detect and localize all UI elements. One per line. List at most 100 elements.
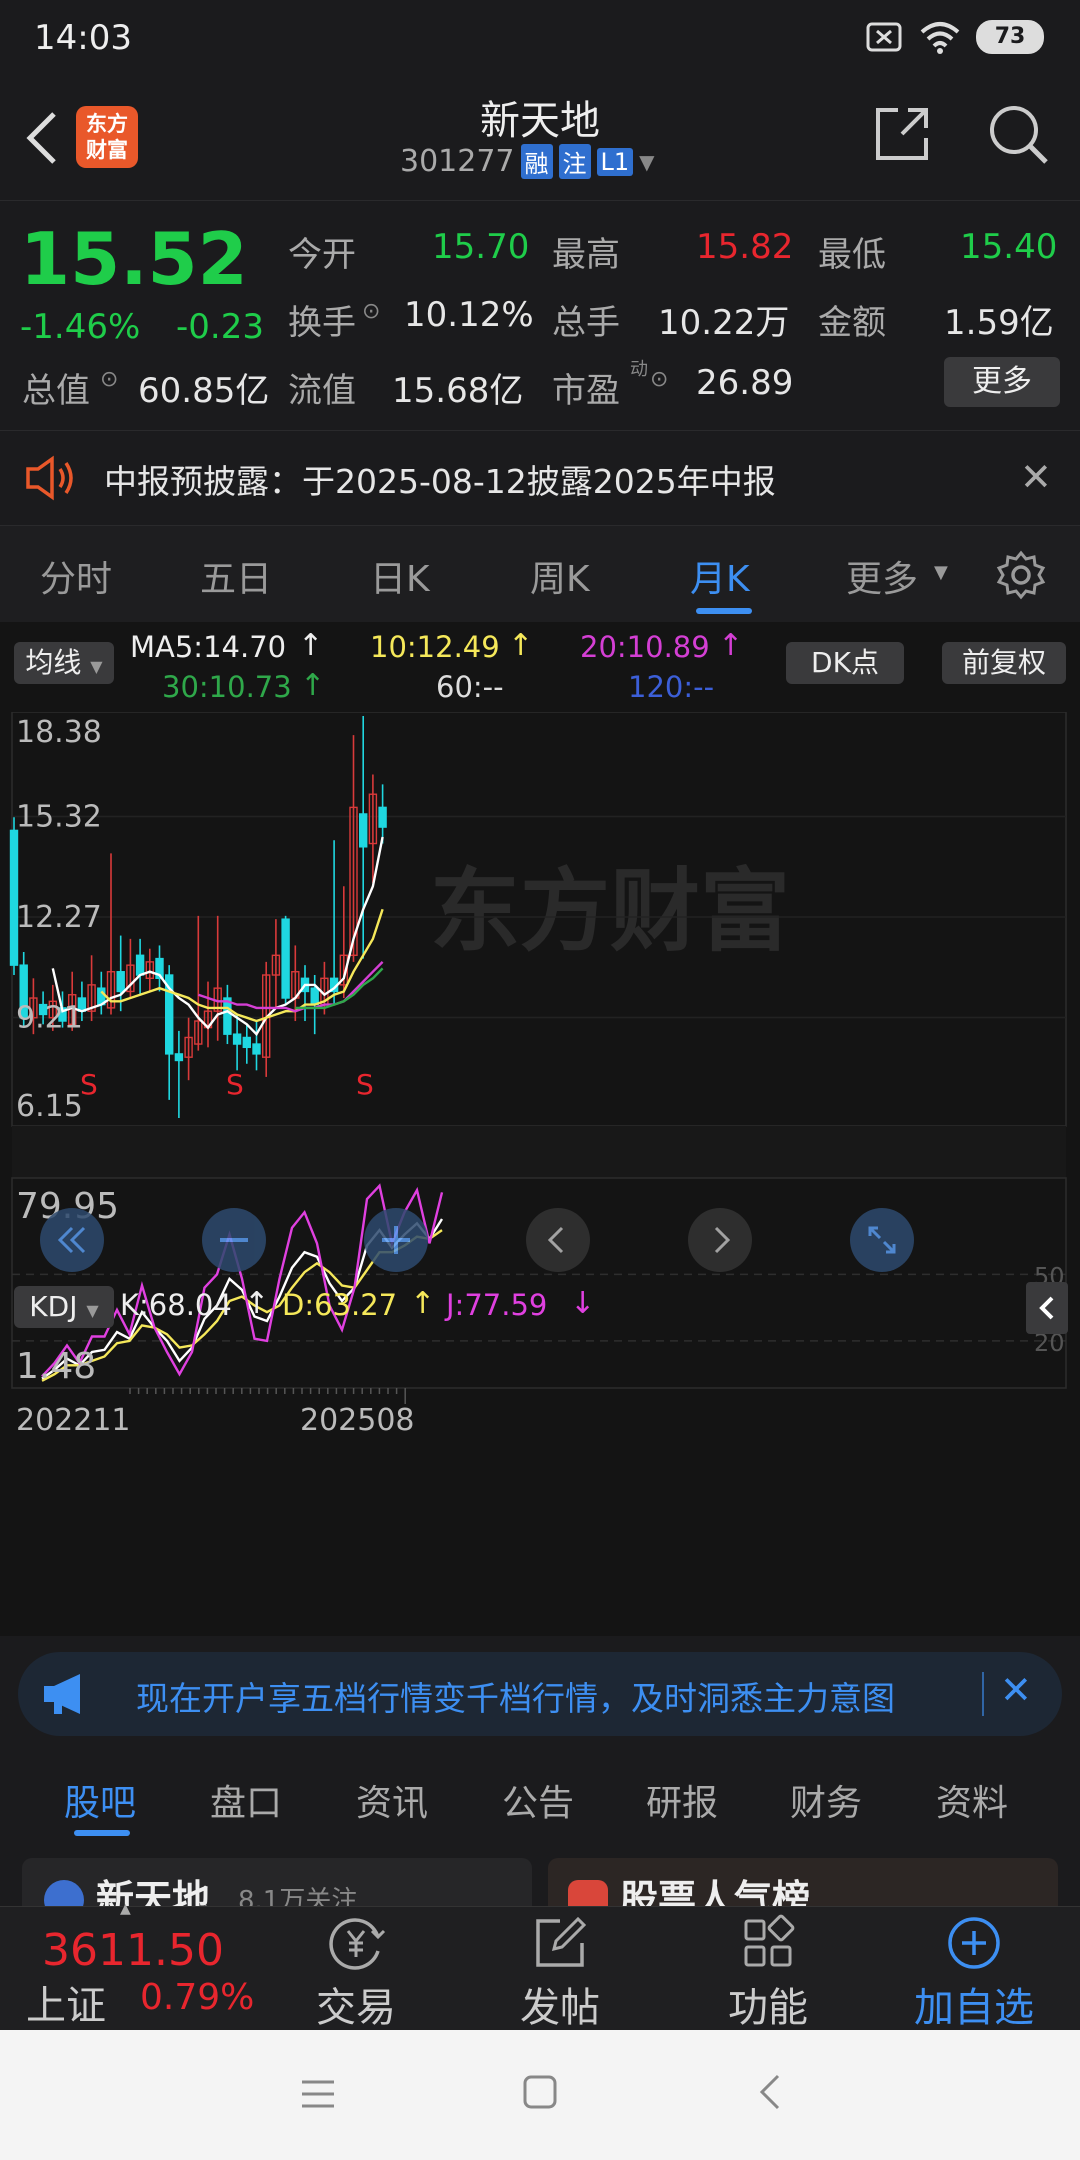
app-logo: 东方 财富 [76, 106, 138, 168]
function-label: 功能 [728, 1985, 808, 2031]
pe-label: 市盈 [552, 371, 620, 411]
info-icon[interactable]: ⊙ [362, 299, 380, 324]
back-nav-icon[interactable] [752, 2072, 788, 2112]
indicator-button[interactable]: 均线 ▼ [14, 642, 114, 684]
y-tick-label: 12.27 [16, 900, 102, 935]
kdj-button-label: KDJ [29, 1290, 78, 1323]
system-nav-bar [0, 2030, 1080, 2160]
arrow-up-icon: ↑ [718, 628, 744, 663]
search-icon[interactable] [986, 102, 1050, 166]
kline-svg[interactable]: 东方财富 18.3815.3212.279.216.15 S S S 5020 … [0, 712, 1080, 1636]
tab-minute[interactable]: 分时 [40, 550, 112, 602]
ma120-label: 120:-- [628, 670, 715, 704]
x-axis: 202211 202508 [16, 1388, 415, 1438]
collapse-panel-button[interactable] [1026, 1282, 1068, 1334]
tab-news[interactable]: 资讯 [356, 1774, 428, 1826]
active-tab-indicator [74, 1830, 130, 1836]
index-value[interactable]: 3611.50 [42, 1925, 224, 1976]
mktcap-label: 总值 [22, 371, 90, 411]
tab-weekly-k[interactable]: 周K [530, 550, 590, 602]
add-watchlist-button[interactable]: 加自选 [904, 1913, 1044, 2033]
caret-down-icon: ▼ [86, 1301, 99, 1320]
candle-body [310, 987, 319, 1006]
menu-icon[interactable] [300, 2076, 336, 2112]
status-time: 14:03 [34, 18, 132, 58]
candle-body [9, 829, 19, 966]
grid-apps-icon [744, 1914, 795, 1967]
kdj-k-label: K:68.04 [120, 1288, 232, 1322]
chevron-left-icon [1039, 1296, 1054, 1320]
volume-label: 总手 [552, 303, 620, 343]
candle-body [281, 918, 290, 999]
tab-profile[interactable]: 资料 [936, 1774, 1008, 1826]
post-label: 发帖 [520, 1985, 600, 2031]
tab-finance[interactable]: 财务 [790, 1774, 862, 1826]
volume-value: 10.22万 [658, 303, 790, 343]
low-value: 15.40 [960, 227, 1058, 267]
arrow-up-icon: ↑ [298, 628, 324, 663]
double-chevron-left-icon [57, 1226, 86, 1254]
main-y-ticks: 18.38 15.32 12.27 9.21 6.15 [16, 715, 102, 1124]
tab-guba[interactable]: 股吧 [64, 1774, 136, 1826]
tab-monthly-k[interactable]: 月K [690, 550, 750, 602]
divider [982, 1672, 984, 1716]
settings-gear-icon[interactable] [996, 550, 1046, 600]
fullscreen-button[interactable] [850, 1208, 914, 1272]
sell-marker: S [356, 1068, 374, 1101]
close-icon[interactable]: ✕ [1020, 455, 1052, 499]
kdj-indicator-button[interactable]: KDJ ▼ [14, 1286, 114, 1328]
trade-button[interactable]: 交易 [306, 1913, 406, 2033]
more-button[interactable]: 更多 [944, 357, 1060, 407]
expand-icon [868, 1226, 896, 1254]
dk-point-button[interactable]: DK点 [786, 642, 904, 684]
arrow-up-icon: ↑ [508, 628, 534, 663]
index-change: 0.79% [140, 1977, 255, 2018]
tag-margin: 融 [520, 144, 553, 179]
edit-icon [536, 1916, 587, 1967]
function-button[interactable]: 功能 [718, 1913, 818, 2033]
candle-body [359, 813, 368, 848]
adjust-price-button[interactable]: 前复权 [942, 642, 1066, 684]
ma60-label: 60:-- [436, 670, 504, 704]
home-icon[interactable] [522, 2074, 558, 2110]
tab-research[interactable]: 研报 [646, 1774, 718, 1826]
close-icon[interactable]: ✕ [1000, 1668, 1032, 1712]
zoom-in-button[interactable] [364, 1208, 428, 1272]
amount-label: 金额 [818, 303, 886, 343]
share-icon[interactable] [872, 104, 932, 164]
scroll-left-fast-button[interactable] [40, 1208, 104, 1272]
post-button[interactable]: 发帖 [510, 1913, 610, 2033]
notice-bar[interactable]: 中报预披露：于2025-08-12披露2025年中报 ✕ [0, 430, 1080, 526]
bottom-action-bar: ▲ 3611.50 上证 0.79% 交易 发帖 功能 加自选 [0, 1901, 1080, 2033]
active-tab-indicator [696, 608, 752, 614]
candle-body [116, 971, 125, 993]
turnover-value: 10.12% [404, 295, 534, 335]
candle-body [135, 954, 145, 976]
period-tabs: 分时 五日 日K 周K 月K 更多 ▼ [0, 526, 1080, 622]
tab-announcements[interactable]: 公告 [502, 1774, 574, 1826]
scroll-left-button[interactable] [526, 1208, 590, 1272]
sell-marker: S [80, 1068, 98, 1101]
logo-text-1: 东方 [86, 112, 128, 136]
scroll-right-button[interactable] [688, 1208, 752, 1272]
tag-level1: L1 [596, 147, 634, 176]
zoom-out-button[interactable] [202, 1208, 266, 1272]
tab-more[interactable]: 更多 [846, 550, 918, 602]
float-value: 15.68亿 [392, 371, 524, 411]
arrow-up-icon: ↑ [244, 1286, 270, 1321]
wifi-icon [918, 18, 962, 56]
caret-up-icon: ▲ [120, 1901, 131, 1917]
promo-banner[interactable]: 现在开户享五档行情变千档行情，及时洞悉主力意图 ✕ [18, 1652, 1062, 1736]
kline-chart-area: 均线 ▼ MA5:14.70 ↑ 10:12.49 ↑ 20:10.89 ↑ 3… [0, 622, 1080, 1636]
tab-five-day[interactable]: 五日 [200, 550, 272, 602]
stock-code-row[interactable]: 301277 融 注 L1 ▼ [400, 144, 655, 179]
index-name[interactable]: 上证 [26, 1973, 106, 2031]
info-icon[interactable]: ⊙ [100, 367, 118, 392]
kdj-j-label: J:77.59 [446, 1288, 548, 1322]
tab-pankou[interactable]: 盘口 [210, 1774, 282, 1826]
info-icon[interactable]: ⊙ [650, 367, 668, 392]
minus-icon [220, 1238, 248, 1242]
back-icon[interactable] [18, 108, 68, 168]
tab-daily-k[interactable]: 日K [370, 550, 430, 602]
trade-yen-icon [329, 1918, 386, 1970]
